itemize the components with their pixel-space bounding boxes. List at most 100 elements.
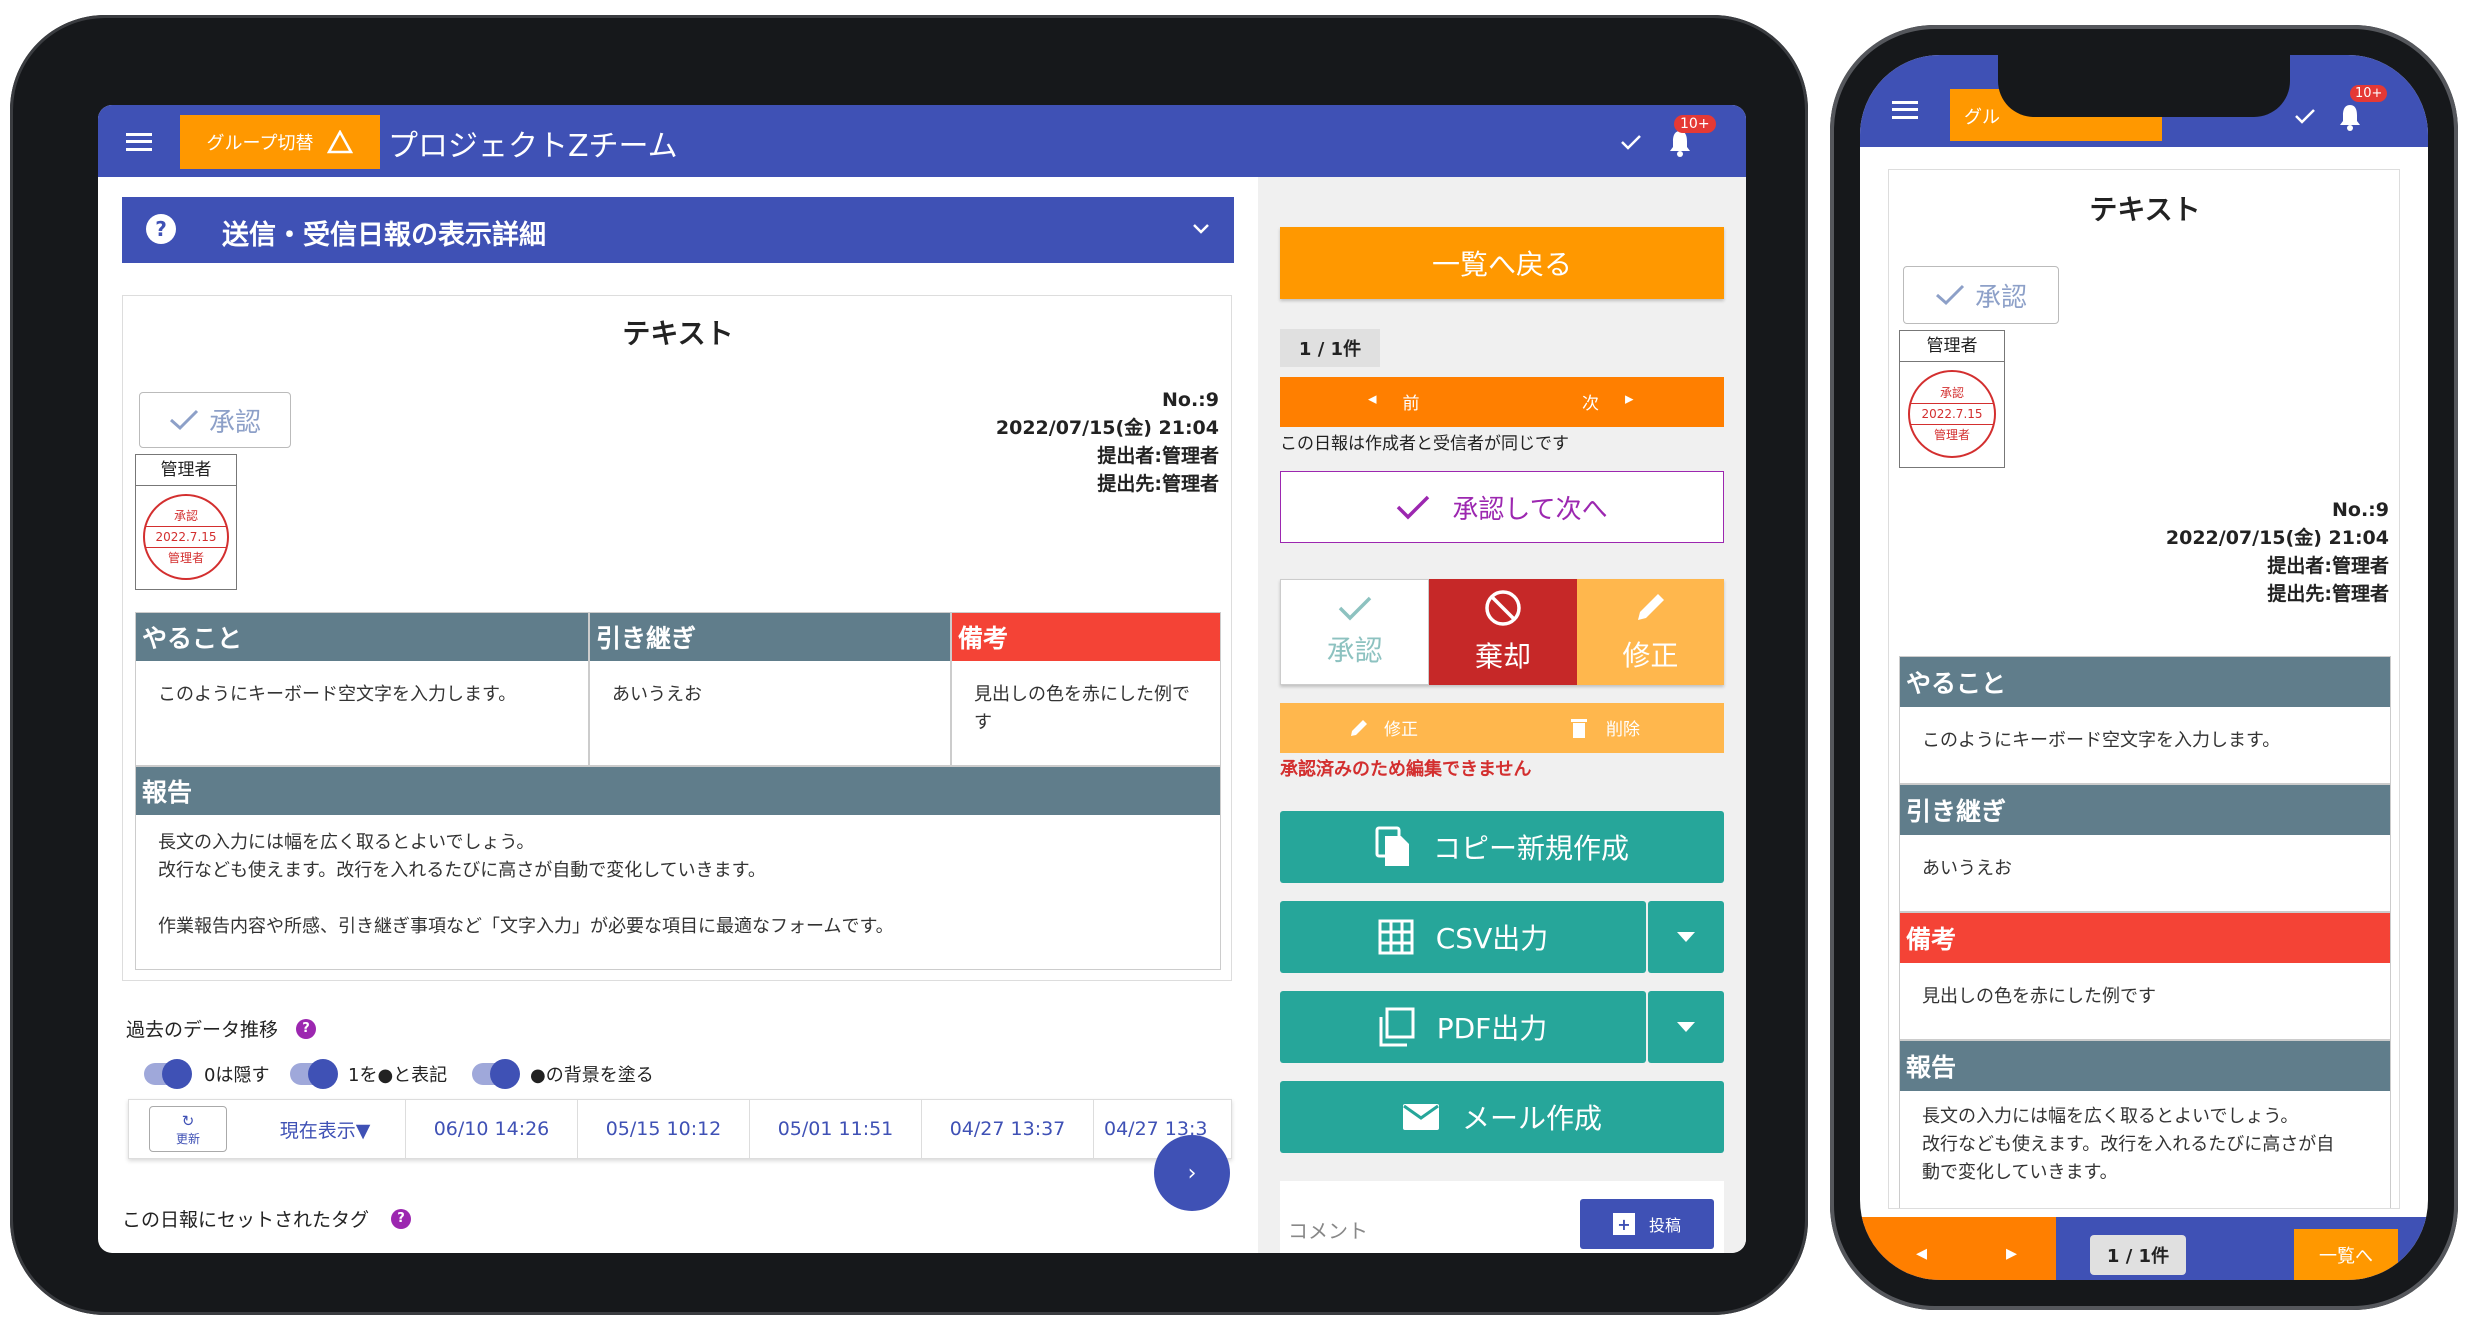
stamp-line-3: 管理者 [145,547,227,568]
prev-next-bar: ◂ 前 次 ▸ [1280,377,1724,427]
revise-button[interactable]: 修正 [1576,579,1724,685]
warning-icon [327,130,354,154]
help-icon: ? [146,214,176,244]
check-icon [1397,495,1430,520]
report-number: No.:9 [1162,389,1219,411]
next-button[interactable]: 次 ▸ [1582,389,1634,414]
check-icon [169,409,199,431]
tags-label-row: この日報にセットされたタグ ? [122,1205,412,1232]
refresh-button[interactable]: ↻ 更新 [149,1106,227,1152]
reject-button[interactable]: 棄却 [1429,579,1577,685]
toggle-label: 0は隠す [204,1065,270,1086]
history-date[interactable]: 05/01 11:51 [749,1100,921,1158]
pdf-icon [1379,1007,1415,1047]
report-datetime: 2022/07/15(金) 21:04 [2165,527,2389,549]
menu-icon[interactable] [1892,101,1918,119]
plus-icon: + [1612,1213,1635,1235]
history-date[interactable]: 04/27 13:37 [921,1100,1093,1158]
menu-icon[interactable] [126,133,152,151]
report-title: テキスト [622,317,734,350]
group-switch-button[interactable]: グループ切替 [180,115,380,169]
team-name: プロジェクトZチーム [388,129,678,164]
bell-icon[interactable] [1668,129,1692,157]
stamp-box: 管理者 承認 2022.7.15 管理者 [1899,330,2005,468]
refresh-label: 更新 [175,1131,200,1146]
phone-notch [1998,55,2290,117]
phone-screen: グル 10+ テキスト 承認 管理者 承認 2022.7.15 管理者 No.:… [1860,55,2428,1280]
caret-down-icon [1677,932,1695,942]
help-icon[interactable]: ? [391,1208,412,1229]
phone-device: グル 10+ テキスト 承認 管理者 承認 2022.7.15 管理者 No.:… [1830,25,2458,1310]
toggle-label: 1を●と表記 [348,1065,448,1086]
chevron-right-icon[interactable]: ▸ [2006,1241,2017,1266]
mail-create-button[interactable]: メール作成 [1280,1081,1724,1153]
approve-status-label: 承認 [1974,282,2027,313]
grid-icon [1378,919,1414,955]
toggle-fill-background[interactable] [472,1059,520,1089]
report-line-1: 長文の入力には幅を広く取るとよいでしょう。 [158,832,535,853]
approve-button[interactable]: 承認 [1280,579,1430,685]
back-to-list-button[interactable]: 一覧へ [2294,1229,2398,1280]
field-remarks: 備考 見出しの色を赤にした例です [1899,912,2391,1040]
report-number: No.:9 [2332,499,2389,521]
approve-status-button[interactable]: 承認 [1903,266,2059,324]
report-meta: No.:9 2022/07/15(金) 21:04 提出者:管理者 提出先:管理… [819,386,1219,498]
check-icon[interactable] [2294,107,2316,125]
report-header: 報告 [136,767,1220,815]
side-column: 一覧へ戻る 1 / 1件 ◂ 前 次 ▸ この日報は作成者と受信者が同じです 承認し… [1258,177,1746,1253]
toggle-dot-notation[interactable] [290,1059,338,1089]
prev-button[interactable]: ◂ 前 [1368,389,1420,414]
edit-button[interactable]: 修正 [1348,715,1418,740]
history-date[interactable]: 06/10 14:26 [405,1100,577,1158]
delete-label: 削除 [1606,720,1640,740]
approve-label: 承認 [1326,634,1383,667]
toggle-label: ●の背景を塗る [530,1065,654,1086]
copy-new-label: コピー新規作成 [1432,832,1629,865]
report-body: 長文の入力には幅を広く取るとよいでしょう。 改行なども使えます。改行を入れるたび… [136,815,1220,955]
approve-next-button[interactable]: 承認して次へ [1280,471,1724,543]
check-icon[interactable] [1620,133,1642,151]
prev-label: 前 [1402,394,1420,414]
report-card: テキスト 承認 管理者 承認 2022.7.15 管理者 No.:9 2022/… [122,295,1232,981]
group-switch-label: グループ切替 [206,133,314,154]
csv-dropdown-button[interactable] [1648,901,1724,973]
approval-stamp: 承認 2022.7.15 管理者 [143,494,229,580]
reject-label: 棄却 [1474,640,1531,673]
delete-button[interactable]: 削除 [1570,715,1640,740]
field-handover: 引き継ぎ あいうえお [589,612,951,766]
post-comment-button[interactable]: + 投稿 [1580,1199,1714,1249]
copy-new-button[interactable]: コピー新規作成 [1280,811,1724,883]
next-label: 次 [1582,394,1599,414]
csv-export-label: CSV出力 [1435,922,1549,955]
stamp-line-2: 2022.7.15 [1921,407,1983,421]
stamp-owner: 管理者 [1900,331,2004,362]
post-label: 投稿 [1648,1216,1681,1235]
approval-stamp: 承認 2022.7.15 管理者 [1908,370,1996,458]
scroll-next-fab[interactable]: › [1154,1135,1230,1211]
field-todo: やること このようにキーボード空文字を入力します。 [1899,656,2391,784]
csv-export-button[interactable]: CSV出力 [1280,901,1646,973]
check-icon [1935,284,1965,306]
current-display-dropdown[interactable]: 現在表示▼ [245,1116,405,1143]
section-header[interactable]: ? 送信・受信日報の表示詳細 [122,197,1234,263]
help-icon[interactable]: ? [296,1018,317,1039]
locked-note: 承認済みのため編集できません [1280,759,1532,780]
report-title: テキスト [2089,193,2201,226]
report-datetime: 2022/07/15(金) 21:04 [995,417,1219,439]
tablet-device: グループ切替 プロジェクトZチーム 10+ ? 送信・受信日報の表示詳細 テキス… [10,15,1808,1315]
pdf-dropdown-button[interactable] [1648,991,1724,1063]
approve-next-label: 承認して次へ [1452,494,1608,525]
pdf-export-button[interactable]: PDF出力 [1280,991,1646,1063]
chevron-right-icon: ▸ [1625,389,1634,409]
prev-button[interactable]: ◂ ▸ [1860,1217,2056,1280]
history-date[interactable]: 05/15 10:12 [577,1100,749,1158]
toggle-hide-zero[interactable] [144,1059,192,1089]
revise-label: 修正 [1622,639,1679,672]
field-header: やること [1900,657,2390,707]
field-value: 見出しの色を赤にした例です [974,684,1190,733]
field-value: 見出しの色を赤にした例です [1922,986,2156,1007]
block-icon [1485,590,1521,626]
bell-icon[interactable] [2338,103,2362,131]
back-to-list-button[interactable]: 一覧へ戻る [1280,227,1724,299]
approve-status-button[interactable]: 承認 [139,392,291,448]
